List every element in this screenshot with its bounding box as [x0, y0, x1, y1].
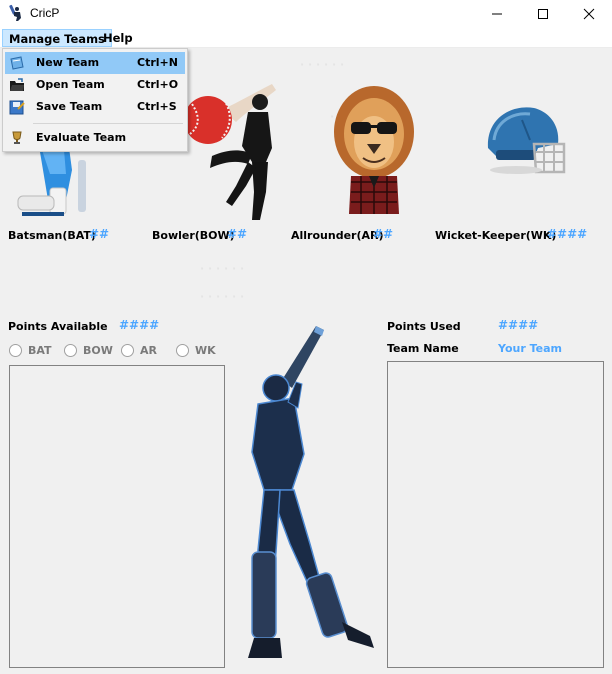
role-count-bowler: ## — [227, 227, 248, 241]
batting-player-image — [232, 322, 378, 664]
wicket-keeper-helmet-image — [478, 100, 566, 180]
menu-item-open-team[interactable]: Open Team Ctrl+O — [5, 74, 185, 96]
menu-item-new-team[interactable]: New Team Ctrl+N — [5, 52, 185, 74]
points-used-value: #### — [498, 318, 539, 332]
bowler-image — [182, 82, 282, 222]
menu-manage-teams[interactable]: Manage Teams — [2, 29, 112, 47]
save-icon — [9, 99, 25, 115]
menu-item-open-team-shortcut: Ctrl+O — [137, 78, 179, 91]
window-title: CricP — [30, 6, 60, 20]
role-label-bowler: Bowler(BOW) — [152, 229, 235, 242]
filter-radio-wk[interactable]: WK — [176, 343, 216, 357]
radio-circle[interactable] — [176, 343, 189, 357]
filter-radio-ar-label: AR — [140, 343, 157, 357]
menu-item-open-team-label: Open Team — [36, 78, 105, 91]
menu-item-save-team-label: Save Team — [36, 100, 103, 113]
filter-radio-ar[interactable]: AR — [121, 343, 157, 357]
role-label-batsman: Batsman(BAT) — [8, 229, 96, 242]
filter-radio-bow[interactable]: BOW — [64, 343, 113, 357]
team-name-label: Team Name — [387, 342, 459, 355]
role-count-wicket-keeper: #### — [547, 227, 588, 241]
app-cricket-icon — [8, 4, 26, 22]
points-available-value: #### — [119, 318, 160, 332]
radio-circle[interactable] — [121, 343, 134, 357]
filter-radio-bow-label: BOW — [83, 343, 113, 357]
available-players-list[interactable] — [9, 365, 225, 668]
menu-item-save-team[interactable]: Save Team Ctrl+S — [5, 96, 185, 118]
filter-radio-bat[interactable]: BAT — [9, 343, 52, 357]
filter-radio-wk-label: WK — [195, 343, 216, 357]
allrounder-lion-image — [333, 82, 415, 214]
title-bar: CricP — [0, 0, 612, 27]
maximize-button[interactable] — [520, 0, 566, 27]
team-name-value[interactable]: Your Team — [498, 342, 562, 355]
role-count-batsman: ## — [89, 227, 110, 241]
points-used-label: Points Used — [387, 320, 461, 333]
menu-separator — [33, 123, 183, 124]
menu-help[interactable]: Help — [97, 29, 139, 47]
radio-circle[interactable] — [9, 343, 22, 357]
menu-item-save-team-shortcut: Ctrl+S — [137, 100, 177, 113]
points-available-label: Points Available — [8, 320, 108, 333]
close-icon — [583, 8, 595, 19]
minimize-button[interactable] — [474, 0, 520, 27]
folder-icon — [9, 77, 25, 93]
menu-item-evaluate-team-label: Evaluate Team — [36, 131, 127, 144]
maximize-icon — [538, 8, 548, 19]
filter-radio-bat-label: BAT — [28, 343, 52, 357]
role-label-allrounder: Allrounder(AR) — [291, 229, 384, 242]
role-count-allrounder: ## — [373, 227, 394, 241]
menu-item-new-team-label: New Team — [36, 56, 100, 69]
role-label-wicket-keeper: Wicket-Keeper(WK) — [435, 229, 557, 242]
radio-circle[interactable] — [64, 343, 77, 357]
new-team-icon — [9, 55, 25, 71]
close-button[interactable] — [566, 0, 612, 27]
menu-item-new-team-shortcut: Ctrl+N — [137, 56, 178, 69]
menu-bar: Manage Teams Help — [0, 27, 612, 48]
selected-team-list[interactable] — [387, 361, 604, 668]
menu-item-evaluate-team[interactable]: Evaluate Team — [5, 127, 185, 149]
trophy-icon — [9, 130, 25, 146]
manage-teams-dropdown: New Team Ctrl+N Open Team Ctrl+O Save Te… — [2, 48, 188, 152]
minimize-icon — [492, 13, 502, 14]
